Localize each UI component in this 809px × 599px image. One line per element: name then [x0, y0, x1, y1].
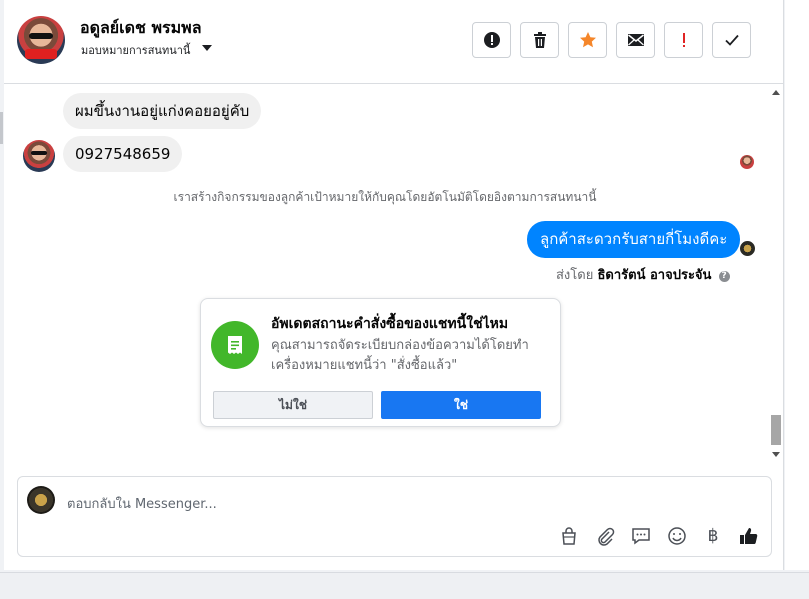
conversation-panel: อดูลย์เดช พรมพล มอบหมายการสนทนานี้ ผมขึ้…: [4, 0, 784, 570]
left-edge-marker: [0, 112, 3, 144]
contact-avatar-small: [23, 140, 55, 172]
order-card-description-line: คุณสามารถจัดระเบียบกล่องข้อความได้โดยทำ: [271, 338, 529, 353]
exclamation-icon: [682, 33, 685, 47]
order-card-title: อัพเดตสถานะคำสั่งซื้อของแชทนี้ใช่ไหม: [271, 316, 509, 332]
scroll-up-arrow[interactable]: [772, 90, 780, 95]
star-icon: [579, 32, 596, 48]
baht-icon[interactable]: ฿: [702, 525, 724, 547]
assign-conversation-dropdown[interactable]: มอบหมายการสนทนานี้: [81, 41, 190, 59]
trash-icon: [533, 32, 546, 48]
page-avatar: [27, 486, 55, 514]
reply-composer[interactable]: ตอบกลับใน Messenger... ฿: [17, 476, 772, 557]
message-list[interactable]: ผมขึ้นงานอยู่แก่งคอยอยู่คับ 0927548659 เ…: [4, 85, 766, 465]
reply-input[interactable]: ตอบกลับใน Messenger...: [67, 493, 217, 514]
caret-down-icon[interactable]: [202, 45, 212, 51]
emoji-icon[interactable]: [666, 525, 688, 547]
bottom-bar: [0, 572, 809, 599]
report-button[interactable]: [472, 22, 511, 58]
conversation-header: อดูลย์เดช พรมพล มอบหมายการสนทนานี้: [4, 0, 784, 84]
envelope-icon: [627, 34, 644, 46]
saved-reply-icon[interactable]: [630, 525, 652, 547]
read-receipt-avatar: [740, 155, 754, 169]
delete-button[interactable]: [520, 22, 559, 58]
report-icon: [483, 32, 500, 48]
receipt-icon: [211, 321, 259, 369]
scrollbar-thumb[interactable]: [771, 415, 781, 445]
thumbs-up-icon[interactable]: [738, 525, 760, 547]
order-card-description-line: เครื่องหมายแชทนี้ว่า "สั่งซื้อแล้ว": [271, 358, 458, 373]
mark-unread-button[interactable]: [616, 22, 655, 58]
check-icon: [724, 34, 739, 46]
order-status-card: อัพเดตสถานะคำสั่งซื้อของแชทนี้ใช่ไหม คุณ…: [200, 298, 561, 427]
incoming-message-phone: 0927548659: [63, 136, 183, 172]
contact-avatar[interactable]: [17, 16, 65, 64]
incoming-message: ผมขึ้นงานอยู่แก่งคอยอยู่คับ: [63, 93, 262, 129]
outgoing-message: ลูกค้าสะดวกรับสายกี่โมงดีคะ: [527, 221, 741, 258]
mark-done-button[interactable]: [712, 22, 751, 58]
system-note: เราสร้างกิจกรรมของลูกค้าเป้าหมายให้กับคุ…: [173, 190, 597, 204]
contact-name[interactable]: อดูลย์เดช พรมพล: [80, 16, 202, 41]
no-button[interactable]: ไม่ใช่: [213, 391, 373, 419]
scroll-down-arrow[interactable]: [772, 452, 780, 457]
shopping-bag-icon[interactable]: [558, 525, 580, 547]
sent-by-prefix: ส่งโดย: [556, 268, 594, 283]
sent-by-name: ธิดารัตน์ อาจประจัน: [597, 268, 712, 283]
scrollbar[interactable]: [769, 85, 783, 465]
right-side-strip: [785, 0, 809, 570]
important-button[interactable]: [664, 22, 703, 58]
paperclip-icon[interactable]: [594, 525, 616, 547]
sent-by-label: ส่งโดย ธิดารัตน์ อาจประจัน ?: [556, 264, 730, 285]
help-icon[interactable]: ?: [718, 271, 730, 282]
page-avatar-receipt: [740, 241, 755, 256]
yes-button[interactable]: ใช่: [381, 391, 541, 419]
star-button[interactable]: [568, 22, 607, 58]
order-card-description: คุณสามารถจัดระเบียบกล่องข้อความได้โดยทำ …: [271, 336, 551, 376]
